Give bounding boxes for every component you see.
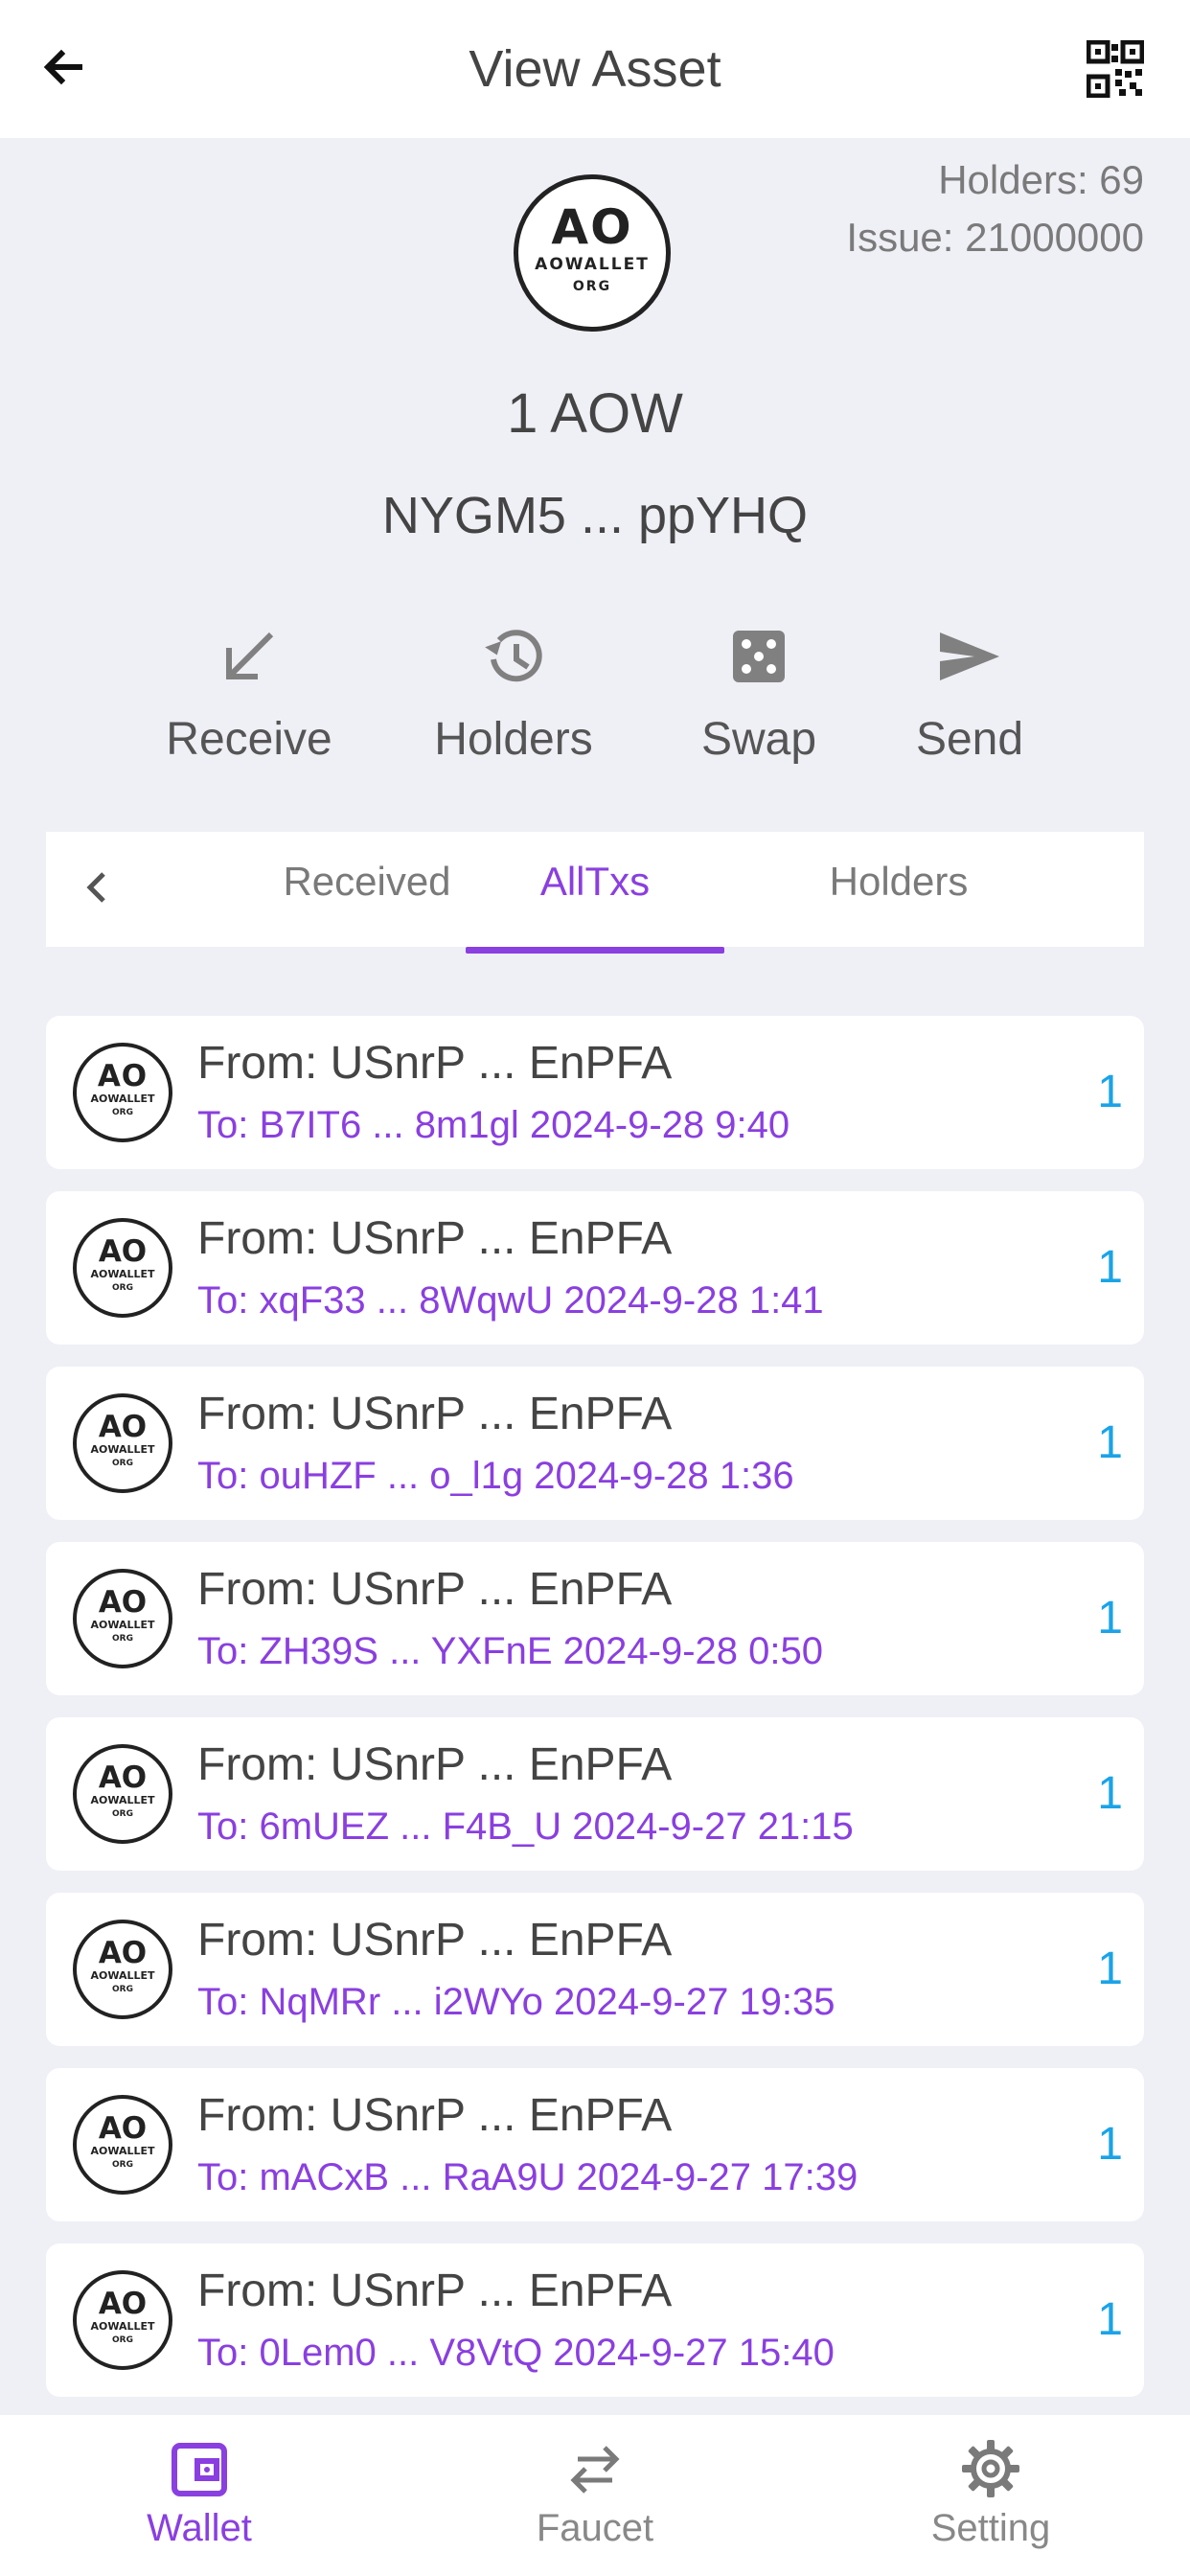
tx-row[interactable]: AO AOWALLET ORG From: USnrP ... EnPFA To… [46,2068,1144,2221]
send-icon [940,632,999,680]
chevron-left-icon [86,872,105,903]
receive-label: Receive [166,714,332,765]
token-logo: AO AOWALLET ORG [73,2095,172,2195]
nav-setting[interactable]: Setting [895,2438,1087,2553]
tx-amount: 1 [1097,2294,1123,2345]
tx-to: To: ouHZF ... o_l1g 2024-9-28 1:36 [197,1455,794,1497]
tx-from: From: USnrP ... EnPFA [197,1739,673,1790]
nav-setting-label: Setting [930,2507,1051,2549]
bottom-nav: Wallet Faucet Setting [0,2415,1190,2576]
tabs-scroll-left-button[interactable] [82,866,121,914]
logo-sub-text: AOWALLET [535,255,650,274]
asset-address[interactable]: NYGM5 ... ppYHQ [0,479,1190,552]
receive-arrow-icon [226,632,274,679]
tx-from: From: USnrP ... EnPFA [197,2090,673,2141]
tx-amount: 1 [1097,1768,1123,1819]
logo-org-text: ORG [572,279,612,294]
token-logo: AO AOWALLET ORG [73,1218,172,1318]
holders-button[interactable]: Holders [418,623,609,769]
nav-wallet[interactable]: Wallet [103,2438,295,2553]
receive-button[interactable]: Receive [153,623,345,769]
tab-holders[interactable]: Holders [803,832,995,947]
tx-from: From: USnrP ... EnPFA [197,1564,673,1615]
asset-stats: Holders: 69 Issue: 21000000 [846,151,1144,266]
swap-label: Swap [700,714,817,765]
tx-to: To: mACxB ... RaA9U 2024-9-27 17:39 [197,2156,858,2198]
tx-from: From: USnrP ... EnPFA [197,1389,673,1439]
tx-from: From: USnrP ... EnPFA [197,1213,673,1264]
tx-row[interactable]: AO AOWALLET ORG From: USnrP ... EnPFA To… [46,1367,1144,1520]
active-tab-indicator [466,947,724,954]
tx-amount: 1 [1097,1242,1123,1293]
tx-from: From: USnrP ... EnPFA [197,1038,673,1089]
holders-label: Holders [434,714,593,765]
token-logo: AO AOWALLET ORG [73,1569,172,1668]
nav-faucet[interactable]: Faucet [499,2438,691,2553]
nav-wallet-label: Wallet [147,2507,252,2549]
tx-row[interactable]: AO AOWALLET ORG From: USnrP ... EnPFA To… [46,1542,1144,1695]
tx-to: To: 0Lem0 ... V8VtQ 2024-9-27 15:40 [197,2332,835,2374]
nav-faucet-label: Faucet [536,2507,654,2549]
token-logo: AO AOWALLET ORG [73,1393,172,1493]
holders-count: Holders: 69 [938,157,1144,202]
qr-code-button[interactable] [1086,39,1145,99]
gear-icon [962,2440,1019,2497]
header: View Asset [0,0,1190,138]
issue-supply: Issue: 21000000 [846,215,1144,260]
tab-alltxs[interactable]: AllTxs [466,832,724,947]
tx-amount: 1 [1097,1593,1123,1644]
send-label: Send [915,714,1024,765]
dice-icon [733,631,785,682]
tx-from: From: USnrP ... EnPFA [197,2266,673,2316]
tx-row[interactable]: AO AOWALLET ORG From: USnrP ... EnPFA To… [46,1191,1144,1345]
tx-to: To: B7IT6 ... 8m1gl 2024-9-28 9:40 [197,1104,790,1146]
token-logo: AO AOWALLET ORG [73,1744,172,1844]
tx-row[interactable]: AO AOWALLET ORG From: USnrP ... EnPFA To… [46,1893,1144,2046]
token-logo: AO AOWALLET ORG [73,1043,172,1142]
page-title: View Asset [469,40,721,98]
qr-code-icon [1086,39,1145,99]
tx-amount: 1 [1097,2119,1123,2170]
token-logo: AO AOWALLET ORG [73,2270,172,2370]
tx-tabs: Received AllTxs Holders [46,832,1144,947]
tx-row[interactable]: AO AOWALLET ORG From: USnrP ... EnPFA To… [46,2243,1144,2397]
tab-received[interactable]: Received [266,832,468,947]
token-logo: AO AOWALLET ORG [73,1920,172,2019]
tx-row[interactable]: AO AOWALLET ORG From: USnrP ... EnPFA To… [46,1016,1144,1169]
tx-to: To: ZH39S ... YXFnE 2024-9-28 0:50 [197,1630,823,1672]
tx-to: To: 6mUEZ ... F4B_U 2024-9-27 21:15 [197,1806,854,1848]
logo-main-text: AO [551,199,633,255]
asset-balance: 1 AOW [507,382,683,445]
tx-amount: 1 [1097,1944,1123,1994]
tx-amount: 1 [1097,1417,1123,1468]
wallet-icon [172,2443,227,2496]
history-icon [485,630,542,682]
send-button[interactable]: Send [874,623,1065,769]
swap-arrows-icon [570,2446,620,2494]
tx-to: To: xqF33 ... 8WqwU 2024-9-28 1:41 [197,1279,824,1322]
tx-from: From: USnrP ... EnPFA [197,1915,673,1966]
asset-logo: AO AOWALLET ORG [514,174,671,332]
swap-button[interactable]: Swap [663,623,855,769]
tx-to: To: NqMRr ... i2WYo 2024-9-27 19:35 [197,1981,835,2023]
tx-row[interactable]: AO AOWALLET ORG From: USnrP ... EnPFA To… [46,1717,1144,1871]
tx-amount: 1 [1097,1067,1123,1117]
